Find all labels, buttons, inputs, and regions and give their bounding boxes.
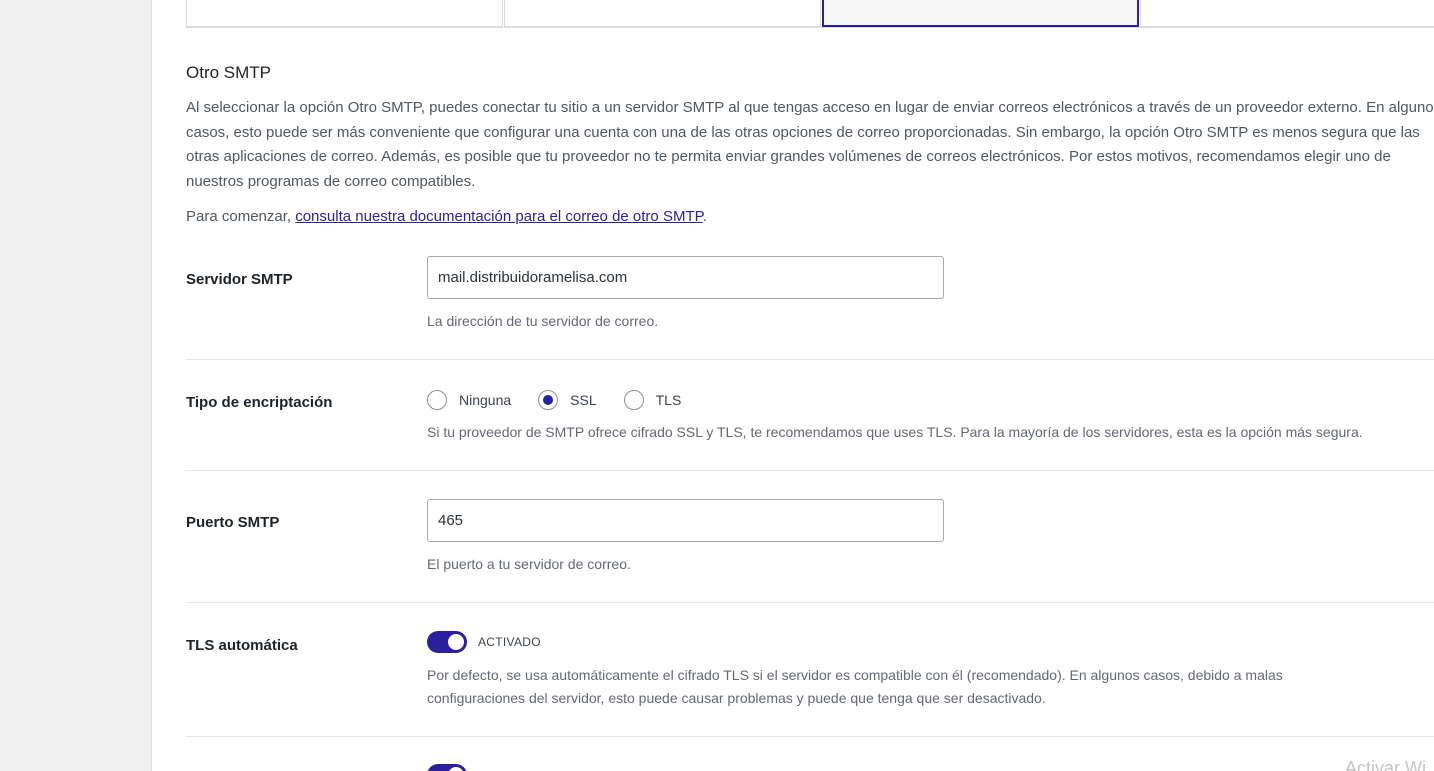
encryption-option-tls[interactable]: TLS xyxy=(623,390,682,410)
auto-tls-help: Por defecto, se usa automáticamente el c… xyxy=(427,667,1283,706)
settings-panel: Otro SMTP Al seleccionar la opción Otro … xyxy=(151,0,1434,771)
radio-label: TLS xyxy=(655,392,682,408)
section-description: Al seleccionar la opción Otro SMTP, pued… xyxy=(186,99,1434,190)
encryption-radio-group: Ninguna SSL TLS xyxy=(427,388,708,412)
smtp-host-label: Servidor SMTP xyxy=(186,271,293,288)
section-title: Otro SMTP xyxy=(186,63,272,82)
divider xyxy=(186,602,1434,603)
radio-label: Ninguna xyxy=(459,392,512,408)
documentation-link[interactable]: consulta nuestra documentación para el c… xyxy=(295,208,702,225)
auto-tls-label: TLS automática xyxy=(186,637,298,654)
encryption-label: Tipo de encriptación xyxy=(186,394,333,411)
activation-watermark: Activar Wi xyxy=(1345,758,1426,771)
mailer-tile-selected[interactable] xyxy=(822,0,1139,27)
radio-button[interactable] xyxy=(623,390,644,410)
smtp-host-input[interactable] xyxy=(427,256,944,299)
mailer-tile[interactable] xyxy=(1140,0,1434,27)
divider xyxy=(186,470,1434,471)
radio-button[interactable] xyxy=(427,390,447,410)
radio-button-checked[interactable] xyxy=(538,390,559,410)
admin-background xyxy=(0,0,151,771)
divider xyxy=(186,359,1434,360)
mailer-tile[interactable] xyxy=(504,0,821,27)
radio-label: SSL xyxy=(570,392,597,408)
mailer-tiles xyxy=(186,0,1434,28)
smtp-host-help: La dirección de tu servidor de correo. xyxy=(427,313,659,329)
encryption-option-ssl[interactable]: SSL xyxy=(538,390,597,410)
auto-tls-state: ACTIVADO xyxy=(478,635,541,649)
smtp-port-input[interactable] xyxy=(427,499,944,542)
toggle-knob xyxy=(448,767,464,771)
divider xyxy=(186,27,1434,28)
encryption-option-none[interactable]: Ninguna xyxy=(427,390,511,410)
smtp-port-label: Puerto SMTP xyxy=(186,514,280,531)
divider xyxy=(186,736,1434,737)
next-toggle[interactable] xyxy=(427,764,467,771)
encryption-help: Si tu proveedor de SMTP ofrece cifrado S… xyxy=(427,424,1363,440)
smtp-port-help: El puerto a tu servidor de correo. xyxy=(427,556,631,572)
getting-started-text: Para comenzar, consulta nuestra document… xyxy=(186,208,707,225)
toggle-knob xyxy=(448,634,464,650)
auto-tls-toggle[interactable] xyxy=(427,631,467,653)
mailer-tile[interactable] xyxy=(186,0,503,27)
